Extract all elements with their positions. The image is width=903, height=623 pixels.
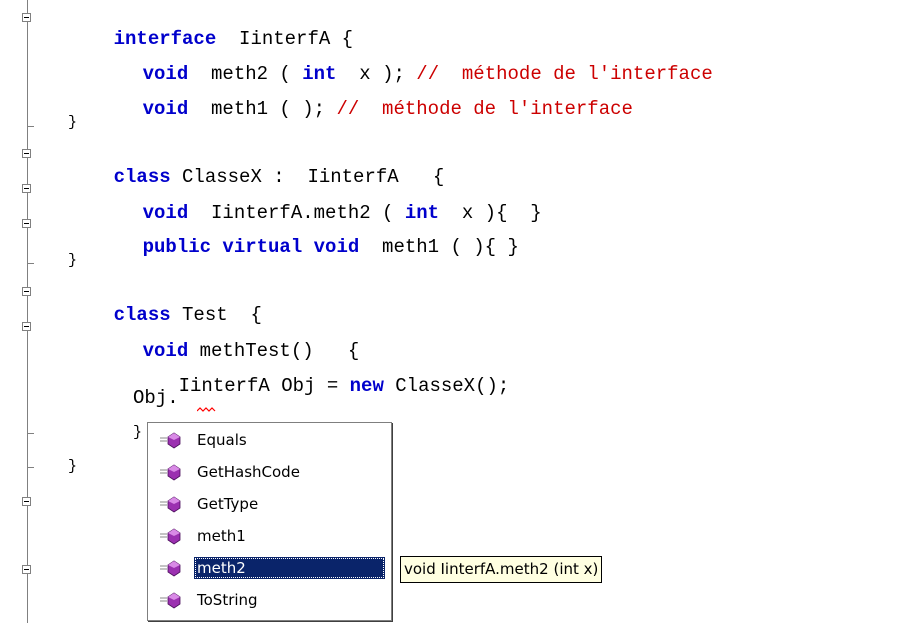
fold-end-marker — [27, 126, 34, 127]
completion-item-meth1[interactable]: meth1 — [154, 523, 388, 548]
completion-item-gethashcode[interactable]: GetHashCode — [154, 459, 388, 484]
fold-end-marker — [27, 433, 34, 434]
fold-toggle-meth2[interactable] — [22, 184, 31, 193]
error-squiggle — [197, 407, 216, 412]
keyword: public virtual void — [142, 236, 360, 258]
method-icon — [154, 591, 194, 609]
fold-toggle-interface[interactable] — [22, 13, 31, 22]
completion-item-gettype[interactable]: GetType — [154, 491, 388, 516]
completion-item-label: meth2 — [194, 556, 385, 579]
fold-toggle-meth1[interactable] — [22, 219, 31, 228]
code-text: meth1 ( ){ } — [359, 236, 519, 258]
method-icon — [154, 495, 194, 513]
completion-item-label: GetHashCode — [197, 462, 300, 481]
fold-toggle[interactable] — [22, 497, 31, 506]
code-text: ClasseX(); — [383, 375, 510, 397]
completion-item-meth2[interactable]: meth2 — [154, 555, 388, 580]
method-icon — [154, 431, 194, 449]
completion-item-label: Equals — [197, 430, 247, 449]
completion-item-tostring[interactable]: ToString — [154, 587, 388, 612]
comment: // méthode de l'interface — [336, 98, 633, 120]
code-line-4: } — [68, 114, 78, 131]
code-line-8: } — [68, 252, 78, 269]
code-line-3: void meth1 ( ); // méthode de l'interfac… — [97, 76, 633, 142]
code-line-13: } — [133, 424, 143, 441]
completion-item-label: ToString — [197, 590, 258, 609]
method-icon — [154, 559, 194, 577]
fold-toggle-classex[interactable] — [22, 149, 31, 158]
completion-item-label: meth1 — [197, 526, 246, 545]
keyword: new — [349, 375, 384, 397]
code-editor[interactable]: interface IinterfA { void meth2 ( int x … — [0, 0, 903, 623]
code-text: meth1 ( ); — [188, 98, 337, 120]
completion-item-equals[interactable]: Equals — [154, 427, 388, 452]
fold-toggle-methtest[interactable] — [22, 322, 31, 331]
autocomplete-list[interactable]: Equals GetHashCode GetType meth1 meth2 ToStri… — [147, 422, 392, 621]
code-line-14: } — [68, 458, 78, 475]
method-icon — [154, 463, 194, 481]
completion-item-label: GetType — [197, 494, 259, 513]
method-icon — [154, 527, 194, 545]
keyword: void — [142, 98, 189, 120]
fold-end-marker — [27, 467, 34, 468]
signature-tooltip: void IinterfA.meth2 (int x) — [400, 556, 603, 583]
code-line-12: Obj. — [133, 387, 179, 409]
fold-toggle-test[interactable] — [22, 287, 31, 296]
outline-gutter — [27, 0, 28, 623]
code-text: IinterfA Obj = — [178, 375, 350, 397]
fold-end-marker — [27, 263, 34, 264]
fold-toggle[interactable] — [22, 565, 31, 574]
code-line-11: IinterfA Obj = new ClasseX(); — [133, 353, 510, 419]
code-line-7: public virtual void meth1 ( ){ } — [97, 214, 519, 280]
